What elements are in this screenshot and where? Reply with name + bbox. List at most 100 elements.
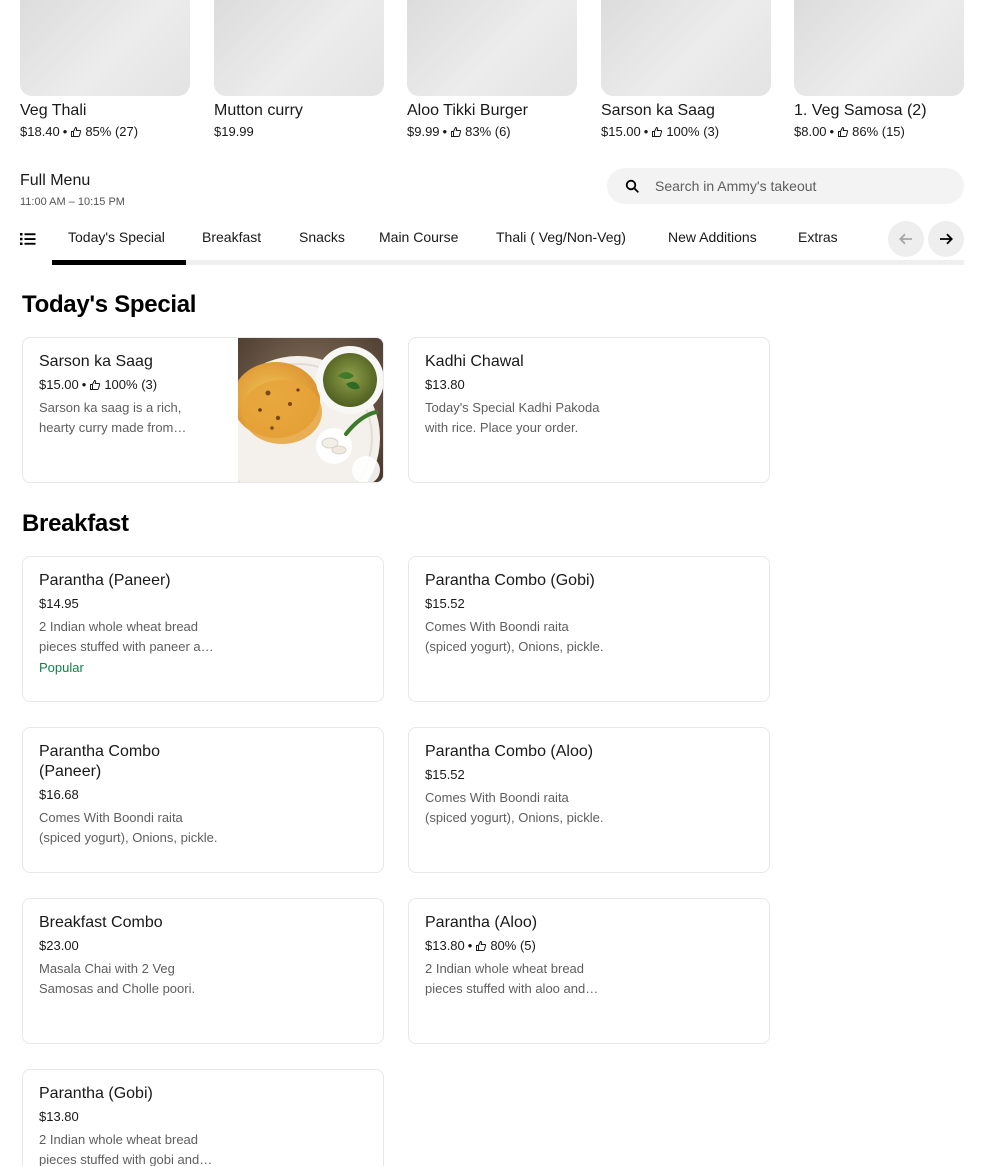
menu-item-name: Sarson ka Saag [39, 353, 153, 370]
tab-thali[interactable]: Thali ( Veg/Non-Veg) [496, 228, 626, 246]
thumbs-up-icon [71, 126, 82, 137]
menu-item-description: Comes With Boondi raita (spiced yogurt),… [425, 619, 604, 654]
menu-item-details: Parantha (Aloo) $13.80 • 80% (5) 2 Indian… [425, 913, 605, 999]
menu-item-name: Parantha (Gobi) [39, 1085, 153, 1102]
menu-item-details: Parantha Combo (Aloo) $15.52 Comes With … [425, 742, 605, 828]
featured-items-carousel: Veg Thali $18.40 • 85% (27) Mutton curry … [20, 0, 964, 142]
tab-rail [52, 260, 964, 265]
featured-item-name: Veg Thali [20, 102, 87, 119]
featured-item[interactable]: Sarson ka Saag $15.00 • 100% (3) [601, 0, 771, 141]
separator-dot: • [81, 377, 87, 392]
menu-item-description: Comes With Boondi raita (spiced yogurt),… [39, 810, 218, 845]
menu-item-meta: $13.80 [39, 1108, 219, 1126]
menu-item-meta: $16.68 [39, 786, 219, 804]
menu-item-meta: $15.00 • 100% (3) [39, 376, 219, 394]
scroll-right-button[interactable] [928, 221, 964, 257]
tab-todays-special[interactable]: Today's Special [68, 228, 165, 246]
featured-item-rating: 83% (6) [465, 124, 511, 139]
menu-item-details: Parantha Combo (Gobi) $15.52 Comes With … [425, 571, 605, 657]
thumbs-up-icon [90, 379, 101, 390]
featured-item-image [794, 0, 964, 96]
menu-item-name: Parantha (Aloo) [425, 914, 538, 931]
tab-main-course[interactable]: Main Course [379, 228, 458, 246]
arrow-right-icon [940, 233, 953, 245]
featured-item[interactable]: Mutton curry $19.99 [214, 0, 384, 141]
menu-item-price: $14.95 [39, 596, 79, 611]
featured-item-price: $19.99 [214, 124, 254, 139]
separator-dot: • [829, 124, 835, 139]
tab-breakfast[interactable]: Breakfast [202, 228, 261, 246]
menu-item-name: Parantha (Paneer) [39, 572, 171, 589]
full-menu-title: Full Menu [20, 172, 91, 189]
featured-item-rating: 85% (27) [85, 124, 139, 139]
tab-extras[interactable]: Extras [798, 228, 838, 246]
menu-item-card[interactable]: Parantha Combo (Aloo) $15.52 Comes With … [408, 727, 770, 873]
menu-item-card[interactable]: Sarson ka Saag $15.00 • 100% (3) Sarson k… [22, 337, 384, 483]
tab-new-additions[interactable]: New Additions [668, 228, 757, 246]
featured-item-price: $18.40 [20, 124, 60, 139]
menu-item-card[interactable]: Parantha (Aloo) $13.80 • 80% (5) 2 Indian… [408, 898, 770, 1044]
menu-item-name: Breakfast Combo [39, 914, 163, 931]
separator-dot: • [62, 124, 68, 139]
featured-item-name: Aloo Tikki Burger [407, 102, 528, 119]
scroll-left-button[interactable] [888, 221, 924, 257]
menu-item-card[interactable]: Kadhi Chawal $13.80 Today's Special Kadh… [408, 337, 770, 483]
menu-item-meta: $14.95 [39, 595, 219, 613]
featured-item-rating: 100% (3) [666, 124, 720, 139]
menu-item-meta: $15.52 [425, 595, 605, 613]
search-bar[interactable] [607, 168, 964, 204]
menu-item-name: Parantha Combo (Aloo) [425, 743, 594, 760]
featured-item-image [601, 0, 771, 96]
food-photo [238, 338, 383, 482]
featured-item-name: 1. Veg Samosa (2) [794, 102, 927, 119]
menu-item-meta: $15.52 [425, 766, 605, 784]
featured-item-price: $9.99 [407, 124, 440, 139]
separator-dot: • [442, 124, 448, 139]
menu-item-details: Breakfast Combo $23.00 Masala Chai with … [39, 913, 219, 999]
thumbs-up-icon [451, 126, 462, 137]
featured-item-meta: $15.00 • 100% (3) [601, 123, 771, 141]
separator-dot: • [467, 938, 473, 953]
list-icon[interactable] [20, 232, 36, 246]
featured-item[interactable]: 1. Veg Samosa (2) $8.00 • 86% (15) [794, 0, 964, 141]
menu-item-details: Parantha Combo (Paneer) $16.68 Comes Wit… [39, 742, 219, 848]
menu-item-description: Masala Chai with 2 Veg Samosas and Choll… [39, 961, 196, 996]
featured-item[interactable]: Aloo Tikki Burger $9.99 • 83% (6) [407, 0, 577, 141]
thumbs-up-icon [652, 126, 663, 137]
menu-item-price: $13.80 [425, 377, 465, 392]
menu-item-price: $15.52 [425, 767, 465, 782]
tab-snacks[interactable]: Snacks [299, 228, 345, 246]
menu-item-name: Parantha Combo (Paneer) [39, 743, 160, 780]
menu-item-meta: $13.80 • 80% (5) [425, 937, 605, 955]
featured-item-meta: $18.40 • 85% (27) [20, 123, 190, 141]
featured-item-rating: 86% (15) [852, 124, 905, 139]
menu-item-meta: $23.00 [39, 937, 219, 955]
arrow-left-icon [899, 233, 912, 245]
menu-item-description: Comes With Boondi raita (spiced yogurt),… [425, 790, 604, 825]
separator-dot: • [643, 124, 649, 139]
menu-item-details: Sarson ka Saag $15.00 • 100% (3) Sarson k… [39, 352, 219, 438]
menu-item-description: Today's Special Kadhi Pakoda with rice. … [425, 400, 600, 435]
menu-item-description: 2 Indian whole wheat bread pieces stuffe… [39, 619, 216, 654]
search-input[interactable] [655, 178, 945, 194]
featured-item[interactable]: Veg Thali $18.40 • 85% (27) [20, 0, 190, 141]
menu-item-description: 2 Indian whole wheat bread pieces stuffe… [425, 961, 586, 996]
menu-item-name: Parantha Combo (Gobi) [425, 572, 595, 589]
featured-item-price: $8.00 [794, 124, 827, 139]
featured-item-meta: $8.00 • 86% (15) [794, 123, 964, 141]
menu-item-card[interactable]: Parantha (Paneer) $14.95 2 Indian whole … [22, 556, 384, 702]
active-tab-indicator [52, 260, 186, 265]
menu-item-details: Parantha (Gobi) $13.80 2 Indian whole wh… [39, 1084, 219, 1166]
menu-item-price: $23.00 [39, 938, 79, 953]
featured-item-name: Sarson ka Saag [601, 102, 715, 119]
featured-item-meta: $19.99 [214, 123, 384, 141]
featured-item-price: $15.00 [601, 124, 641, 139]
menu-item-card[interactable]: Parantha Combo (Gobi) $15.52 Comes With … [408, 556, 770, 702]
thumbs-up-icon [476, 940, 487, 951]
menu-item-card[interactable]: Parantha (Gobi) $13.80 2 Indian whole wh… [22, 1069, 384, 1166]
menu-item-image [238, 338, 383, 482]
menu-item-card[interactable]: Breakfast Combo $23.00 Masala Chai with … [22, 898, 384, 1044]
menu-item-card[interactable]: Parantha Combo (Paneer) $16.68 Comes Wit… [22, 727, 384, 873]
menu-item-details: Kadhi Chawal $13.80 Today's Special Kadh… [425, 352, 605, 438]
featured-item-name: Mutton curry [214, 102, 303, 119]
